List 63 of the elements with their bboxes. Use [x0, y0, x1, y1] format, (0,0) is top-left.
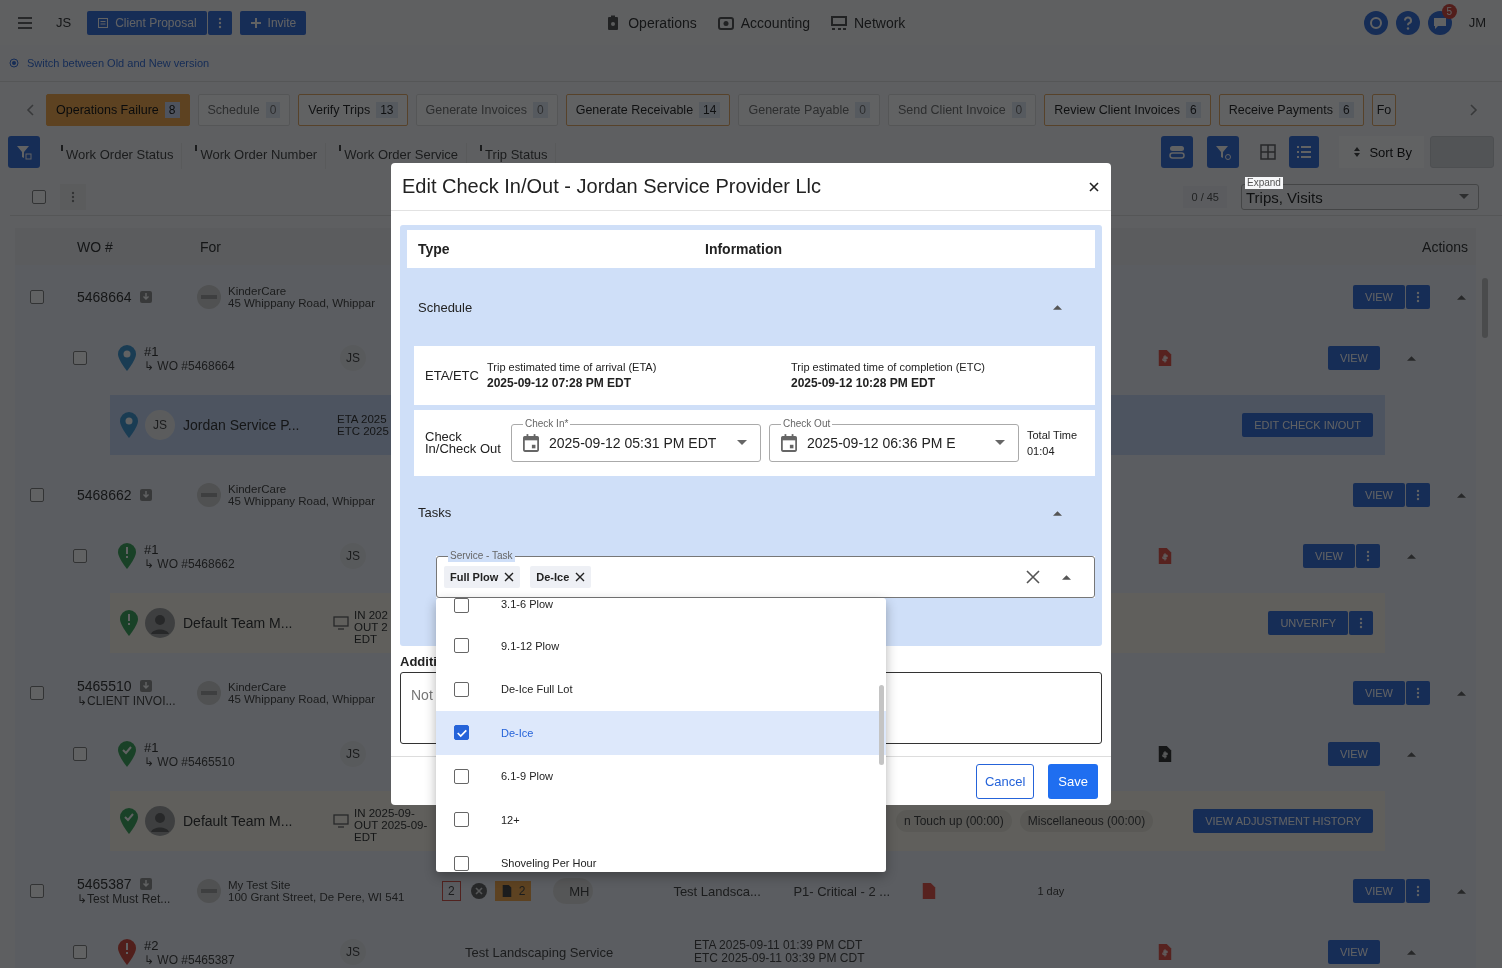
notes-label: Additi — [400, 654, 438, 669]
row-type: ETA/ETC — [424, 368, 480, 383]
provider-name: Default Team M... — [183, 813, 294, 829]
client-address: 45 Whippany Road, Whippar — [228, 495, 376, 507]
assignee-avatar: MH — [553, 878, 594, 904]
eta-value: 2025-09-12 07:28 PM EDT — [487, 376, 633, 390]
trip-count: 2 — [442, 881, 461, 901]
client-address: 100 Grant Street, De Pere, WI 541 — [228, 891, 405, 903]
section-title: Tasks — [418, 505, 452, 520]
row-type: Check In/Check Out — [424, 431, 502, 455]
client-name: KinderCare — [228, 285, 288, 297]
client-name: KinderCare — [228, 483, 288, 495]
task-chip: Miscellaneous (00:00) — [1019, 810, 1154, 832]
visit-time: ETC 2025 — [337, 425, 389, 437]
column-header: Actions — [1422, 238, 1468, 255]
visit-time: IN 202 — [354, 609, 388, 621]
dialog-title: Edit Check In/Out - Jordan Service Provider Llc — [402, 175, 822, 198]
provider-name: Default Team M... — [183, 615, 294, 631]
visit-time: ETA 2025 — [337, 413, 388, 425]
client-name: KinderCare — [228, 681, 288, 693]
work-order-note: ↳Test Must Ret... — [77, 892, 172, 906]
age-label: 1 day — [1037, 885, 1065, 897]
work-order-reference: ↳ WO #5465510 — [144, 754, 236, 769]
document-badge: 2 — [494, 881, 532, 901]
section-title: Schedule — [418, 299, 473, 315]
column-header: Type — [418, 241, 451, 257]
visit-time: IN 2025-09- — [354, 807, 416, 819]
provider-name: Test Landsca... — [673, 883, 762, 899]
etc-value: 2025-09-12 10:28 PM EDT — [791, 376, 937, 390]
field-label: Check Out — [781, 418, 833, 430]
column-header: Information — [705, 241, 782, 257]
client-address: 45 Whippany Road, Whippar — [228, 693, 376, 705]
provider-avatar: JS — [145, 410, 175, 440]
column-header: WO # — [77, 238, 114, 255]
work-order-reference: ↳ WO #5468662 — [144, 556, 236, 571]
total-time-value: 01:04 — [1027, 445, 1056, 457]
assignee-avatar: JS — [340, 741, 366, 767]
visit-time: OUT 2 — [354, 621, 388, 633]
column-header: For — [200, 238, 221, 255]
visit-time: OUT 2025-09- — [354, 819, 428, 831]
assignee-avatar: JS — [340, 939, 366, 965]
field-label: Check In* — [523, 418, 571, 430]
work-order-reference: ↳ WO #5468664 — [144, 358, 236, 373]
provider-name: Jordan Service P... — [183, 417, 301, 433]
etc-label: Trip estimated time of completion (ETC) — [791, 361, 986, 373]
visit-time: EDT — [354, 831, 378, 843]
assignee-avatar: JS — [340, 543, 366, 569]
work-order-note: ↳CLIENT INVOI... — [77, 694, 177, 708]
eta-label: Trip estimated time of arrival (ETA) — [487, 361, 658, 373]
total-time-label: Total Time — [1027, 429, 1078, 441]
trip-time: ETA 2025-09-11 01:39 PM CDT — [694, 939, 864, 952]
user-initials: JS — [56, 15, 72, 30]
field-label: Expand — [1245, 177, 1283, 189]
visit-time: EDT — [354, 633, 378, 645]
field-label: Service - Task — [448, 550, 515, 562]
work-order-reference: ↳ WO #5465387 — [144, 952, 236, 967]
client-name: My Test Site — [228, 879, 292, 891]
trip-time: ETC 2025-09-11 03:39 PM CDT — [694, 952, 865, 965]
assignee-avatar: JS — [340, 345, 366, 371]
client-address: 45 Whippany Road, Whippar — [228, 297, 376, 309]
service-name: Test Landscaping Service — [465, 944, 615, 960]
priority-label: P1- Critical - 2 ... — [793, 883, 892, 899]
task-chip: n Touch up (00:00) — [895, 810, 1012, 832]
